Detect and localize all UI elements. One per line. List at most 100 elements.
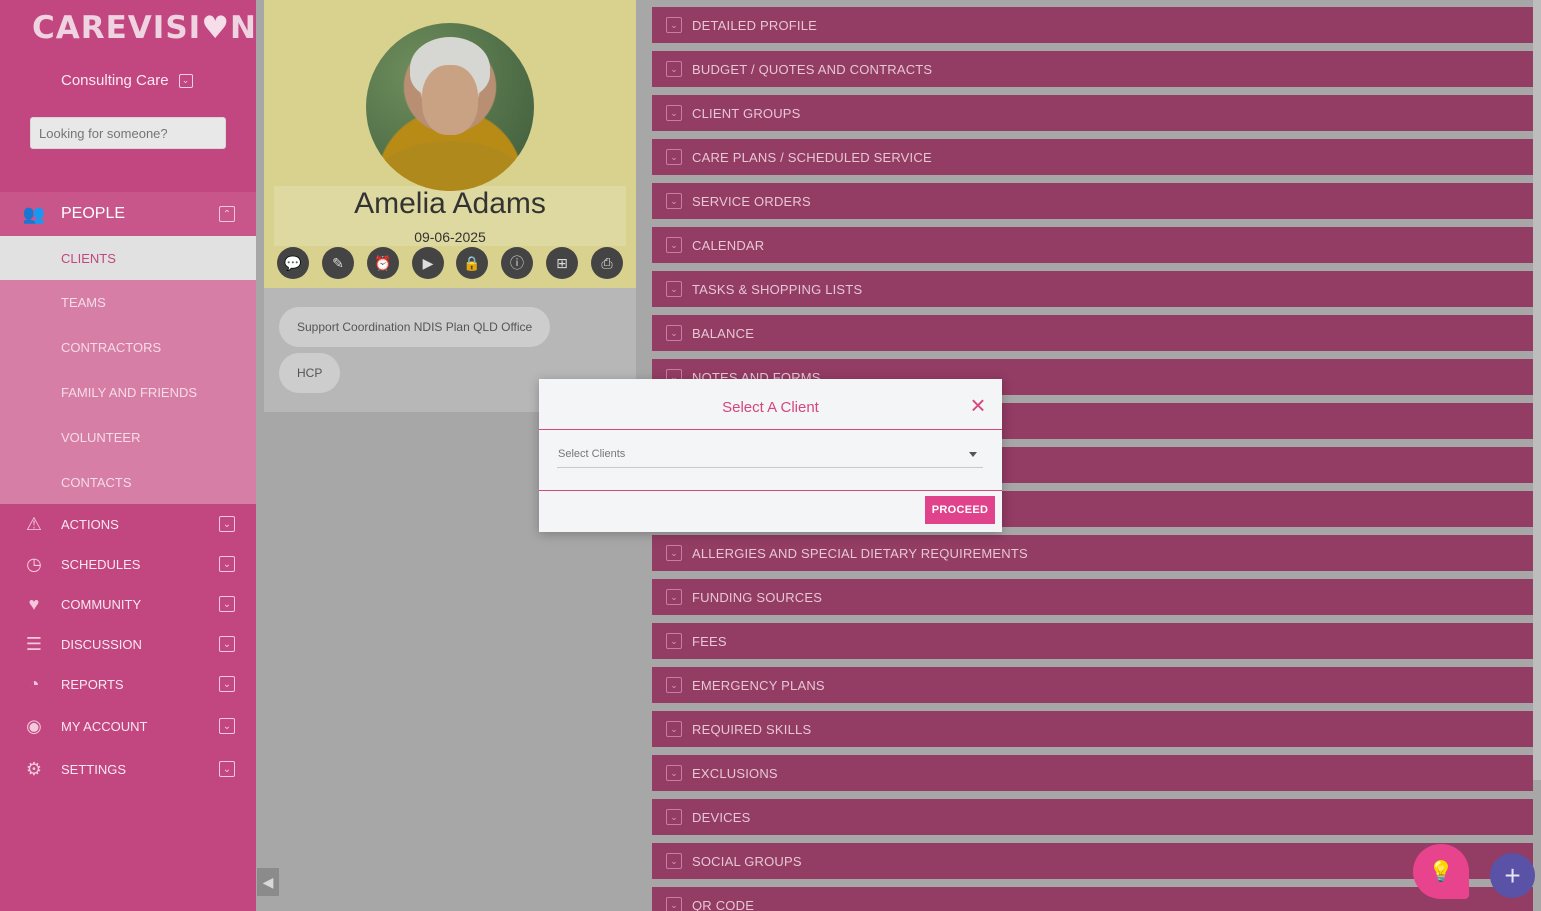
nav-actions[interactable]: ⚠ ACTIONS ⌄ bbox=[0, 504, 256, 544]
section-label: SERVICE ORDERS bbox=[692, 193, 811, 209]
section-care-plans[interactable]: ⌄ CARE PLANS / SCHEDULED SERVICE bbox=[652, 139, 1533, 175]
chevron-down-icon[interactable]: ⌄ bbox=[219, 761, 235, 777]
nav-settings-label: SETTINGS bbox=[61, 761, 127, 777]
chevron-down-icon[interactable]: ⌄ bbox=[178, 73, 193, 88]
chevron-down-icon: ⌄ bbox=[666, 677, 682, 693]
collapse-sidebar-button[interactable]: ◀ bbox=[257, 868, 279, 896]
nav-actions-label: ACTIONS bbox=[61, 516, 119, 532]
chevron-down-icon[interactable]: ⌄ bbox=[219, 556, 235, 572]
sidebar-item-clients[interactable]: CLIENTS bbox=[0, 236, 256, 280]
message-icon: 💬 bbox=[284, 254, 302, 271]
sidebar: CAREVISI♥N Consulting Care ⌄ 👥 PEOPLE ⌃ … bbox=[0, 0, 256, 911]
alarm-button[interactable]: ⏰ bbox=[367, 247, 399, 279]
chevron-down-icon: ⌄ bbox=[666, 589, 682, 605]
edit-button[interactable]: ✎ bbox=[322, 247, 354, 279]
page-scrollbar[interactable] bbox=[1533, 0, 1541, 780]
section-client-groups[interactable]: ⌄ CLIENT GROUPS bbox=[652, 95, 1533, 131]
proceed-button[interactable]: PROCEED bbox=[925, 496, 995, 524]
modal-title: Select A Client bbox=[722, 399, 819, 416]
info-button[interactable]: ⓘ bbox=[501, 247, 533, 279]
section-allergies[interactable]: ⌄ ALLERGIES AND SPECIAL DIETARY REQUIREME… bbox=[652, 535, 1533, 571]
org-switcher[interactable]: Consulting Care ⌄ bbox=[61, 72, 193, 89]
section-label: ALLERGIES AND SPECIAL DIETARY REQUIREMEN… bbox=[692, 545, 1028, 561]
chevron-down-icon[interactable]: ⌄ bbox=[219, 516, 235, 532]
alarm-icon: ⏰ bbox=[374, 254, 392, 271]
edit-icon: ✎ bbox=[332, 254, 344, 271]
select-clients-placeholder: Select Clients bbox=[558, 448, 626, 460]
sidebar-item-family-and-friends[interactable]: FAMILY AND FRIENDS bbox=[0, 370, 256, 414]
nav-settings[interactable]: ⚙ SETTINGS ⌄ bbox=[0, 749, 256, 789]
section-social-groups[interactable]: ⌄ SOCIAL GROUPS bbox=[652, 843, 1533, 879]
chevron-up-icon[interactable]: ⌃ bbox=[219, 206, 235, 222]
reports-icon: ◔ bbox=[28, 673, 40, 694]
section-label: FUNDING SOURCES bbox=[692, 589, 823, 605]
sidebar-item-contractors[interactable]: CONTRACTORS bbox=[0, 325, 256, 369]
nav-community[interactable]: ♥ COMMUNITY ⌄ bbox=[0, 584, 256, 624]
chevron-down-icon[interactable]: ⌄ bbox=[219, 636, 235, 652]
section-label: CALENDAR bbox=[692, 237, 765, 253]
chevron-down-icon: ⌄ bbox=[666, 809, 682, 825]
chevron-down-icon: ⌄ bbox=[666, 721, 682, 737]
chat-icon: ☰ bbox=[25, 633, 43, 654]
modal-divider bbox=[539, 490, 1002, 491]
chevron-down-icon[interactable]: ⌄ bbox=[219, 718, 235, 734]
section-fees[interactable]: ⌄ FEES bbox=[652, 623, 1533, 659]
chevron-down-icon: ⌄ bbox=[666, 193, 682, 209]
info-icon: ⓘ bbox=[510, 255, 524, 271]
chevron-down-icon: ⌄ bbox=[666, 17, 682, 33]
add-button[interactable]: ⊞ bbox=[546, 247, 578, 279]
chevron-down-icon: ⌄ bbox=[666, 105, 682, 121]
search-input[interactable] bbox=[30, 117, 226, 149]
nav-my-account[interactable]: ◉ MY ACCOUNT ⌄ bbox=[0, 706, 256, 746]
nav-people-label: PEOPLE bbox=[61, 205, 126, 222]
select-client-modal: Select A Client × Select Clients PROCEED bbox=[539, 379, 1002, 532]
chevron-left-icon: ◀ bbox=[262, 873, 274, 890]
carevision-logo[interactable]: CAREVISI♥N bbox=[32, 10, 257, 46]
section-detailed-profile[interactable]: ⌄ DETAILED PROFILE bbox=[652, 7, 1533, 43]
section-calendar[interactable]: ⌄ CALENDAR bbox=[652, 227, 1533, 263]
chevron-down-icon: ⌄ bbox=[666, 61, 682, 77]
section-devices[interactable]: ⌄ DEVICES bbox=[652, 799, 1533, 835]
section-funding-sources[interactable]: ⌄ FUNDING SOURCES bbox=[652, 579, 1533, 615]
section-tasks-shopping[interactable]: ⌄ TASKS & SHOPPING LISTS bbox=[652, 271, 1533, 307]
chevron-down-icon: ⌄ bbox=[666, 237, 682, 253]
section-label: REQUIRED SKILLS bbox=[692, 721, 812, 737]
section-emergency-plans[interactable]: ⌄ EMERGENCY PLANS bbox=[652, 667, 1533, 703]
tag-hcp[interactable]: HCP bbox=[279, 353, 341, 393]
nav-people[interactable]: 👥 PEOPLE ⌃ bbox=[0, 192, 256, 236]
sidebar-item-volunteer[interactable]: VOLUNTEER bbox=[0, 415, 256, 459]
tag-support-coordination[interactable]: Support Coordination NDIS Plan QLD Offic… bbox=[279, 307, 551, 347]
nav-discussion-label: DISCUSSION bbox=[61, 636, 142, 652]
chevron-down-icon[interactable]: ⌄ bbox=[219, 676, 235, 692]
avatar-sweater bbox=[374, 141, 526, 191]
sidebar-item-contacts[interactable]: CONTACTS bbox=[0, 460, 256, 504]
close-icon[interactable]: × bbox=[967, 392, 989, 418]
client-dob: 09-06-2025 bbox=[414, 229, 486, 245]
select-clients-dropdown[interactable]: Select Clients bbox=[557, 448, 983, 468]
org-name: Consulting Care bbox=[61, 72, 169, 89]
lock-button[interactable]: 🔒 bbox=[456, 247, 488, 279]
section-required-skills[interactable]: ⌄ REQUIRED SKILLS bbox=[652, 711, 1533, 747]
print-button[interactable]: ⎙ bbox=[591, 247, 623, 279]
avatar[interactable] bbox=[366, 23, 534, 191]
section-balance[interactable]: ⌄ BALANCE bbox=[652, 315, 1533, 351]
section-exclusions[interactable]: ⌄ EXCLUSIONS bbox=[652, 755, 1533, 791]
video-button[interactable]: ▶ bbox=[412, 247, 444, 279]
people-submenu: CLIENTS TEAMS CONTRACTORS FAMILY AND FRI… bbox=[0, 236, 256, 504]
section-service-orders[interactable]: ⌄ SERVICE ORDERS bbox=[652, 183, 1533, 219]
tips-button[interactable]: 💡 bbox=[1413, 844, 1469, 899]
print-icon: ⎙ bbox=[601, 254, 613, 271]
nav-schedules[interactable]: ◷ SCHEDULES ⌄ bbox=[0, 544, 256, 584]
nav-reports[interactable]: ◔ REPORTS ⌄ bbox=[0, 664, 256, 704]
sidebar-item-teams[interactable]: TEAMS bbox=[0, 280, 256, 324]
section-qr-code[interactable]: ⌄ QR CODE bbox=[652, 887, 1533, 911]
message-button[interactable]: 💬 bbox=[277, 247, 309, 279]
section-label: CARE PLANS / SCHEDULED SERVICE bbox=[692, 149, 932, 165]
chevron-down-icon: ⌄ bbox=[666, 853, 682, 869]
section-budget-quotes[interactable]: ⌄ BUDGET / QUOTES AND CONTRACTS bbox=[652, 51, 1533, 87]
nav-community-label: COMMUNITY bbox=[61, 596, 142, 612]
chevron-down-icon[interactable]: ⌄ bbox=[219, 596, 235, 612]
nav-schedules-label: SCHEDULES bbox=[61, 556, 141, 572]
add-fab-button[interactable]: + bbox=[1490, 853, 1535, 898]
nav-discussion[interactable]: ☰ DISCUSSION ⌄ bbox=[0, 624, 256, 664]
